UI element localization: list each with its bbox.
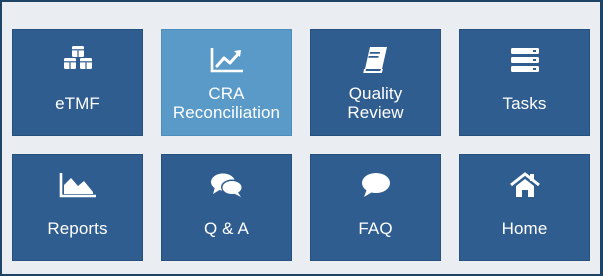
comment-icon — [311, 170, 440, 200]
tile-label: Quality Review — [347, 84, 404, 122]
tile-label: Q & A — [204, 218, 249, 238]
cubes-icon — [13, 45, 142, 75]
tile-label: FAQ — [358, 218, 393, 238]
tile-label: CRA Reconciliation — [172, 84, 281, 122]
etmf-tile[interactable]: eTMF — [12, 29, 143, 136]
tile-label: eTMF — [55, 93, 100, 113]
cra-reconciliation-tile[interactable]: CRA Reconciliation — [161, 29, 292, 136]
comments-icon — [162, 170, 291, 200]
faq-tile[interactable]: FAQ — [310, 154, 441, 261]
dashboard-panel: eTMF CRA Reconciliation Quality Review T… — [0, 0, 603, 276]
area-chart-icon — [13, 170, 142, 200]
line-chart-icon — [162, 45, 291, 75]
book-icon — [311, 45, 440, 75]
tile-label: Home — [501, 218, 548, 238]
tasks-icon — [460, 45, 589, 75]
quality-review-tile[interactable]: Quality Review — [310, 29, 441, 136]
tasks-tile[interactable]: Tasks — [459, 29, 590, 136]
home-icon — [460, 170, 589, 200]
q-and-a-tile[interactable]: Q & A — [161, 154, 292, 261]
reports-tile[interactable]: Reports — [12, 154, 143, 261]
tile-label: Reports — [47, 218, 108, 238]
tile-label: Tasks — [502, 93, 547, 113]
home-tile[interactable]: Home — [459, 154, 590, 261]
